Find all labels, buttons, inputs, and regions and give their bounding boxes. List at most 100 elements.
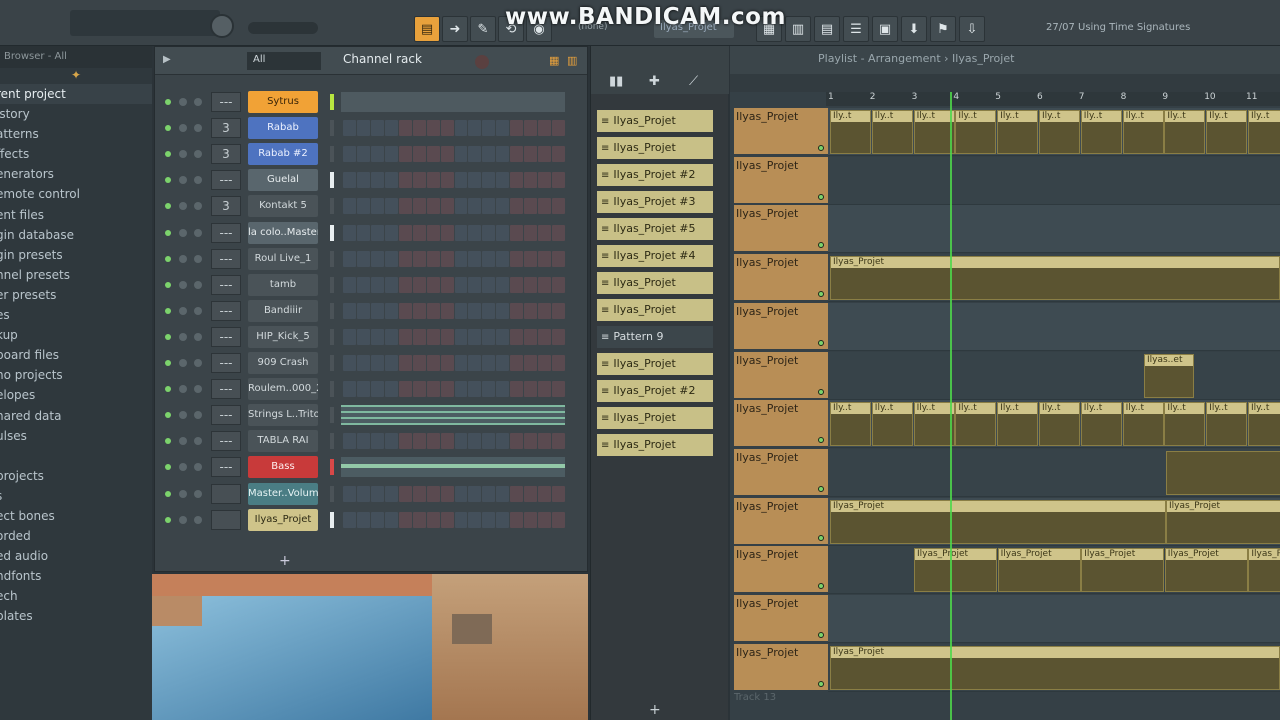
- step-button[interactable]: [454, 328, 468, 345]
- step-button[interactable]: [552, 224, 565, 241]
- step-button[interactable]: [398, 381, 412, 398]
- step-button[interactable]: [356, 433, 370, 450]
- step-button[interactable]: [468, 511, 482, 528]
- channel-volume-knob[interactable]: [194, 228, 202, 237]
- pattern-item[interactable]: Pattern 9: [597, 326, 713, 348]
- step-button[interactable]: [468, 302, 482, 319]
- track-header[interactable]: Ilyas_Projet: [734, 302, 828, 349]
- step-button[interactable]: [398, 224, 412, 241]
- channel-name-button[interactable]: Roulem..000_2: [248, 378, 318, 401]
- channel-pan-knob[interactable]: [179, 176, 187, 185]
- step-button[interactable]: [552, 198, 565, 215]
- channel-volume-knob[interactable]: [194, 254, 202, 263]
- step-button[interactable]: [398, 198, 412, 215]
- channel-volume-knob[interactable]: [194, 280, 202, 289]
- step-button[interactable]: [524, 120, 538, 137]
- step-button[interactable]: [384, 276, 398, 293]
- automation-icon[interactable]: ⟋: [689, 74, 698, 89]
- step-button[interactable]: [524, 511, 538, 528]
- step-button[interactable]: [356, 485, 370, 502]
- step-button[interactable]: [440, 198, 454, 215]
- step-button[interactable]: [440, 250, 454, 267]
- channel-enable-led[interactable]: [165, 99, 171, 105]
- channel-name-button[interactable]: tamb: [248, 273, 318, 296]
- track-lane[interactable]: Ilyas_Projet Ilyas_Projet Ilyas_Projet Ilya…: [828, 546, 1280, 595]
- step-button[interactable]: [552, 120, 565, 137]
- browser-item[interactable]: er presets: [0, 285, 152, 305]
- pattern-item[interactable]: Ilyas_Projet #3: [597, 191, 713, 213]
- step-button[interactable]: [468, 224, 482, 241]
- step-button[interactable]: [496, 224, 510, 241]
- step-button[interactable]: [552, 328, 565, 345]
- channel-pan-knob[interactable]: [179, 124, 187, 133]
- step-button[interactable]: [496, 485, 510, 502]
- step-button[interactable]: [412, 511, 426, 528]
- channel-name-button[interactable]: Kontakt 5: [248, 195, 318, 218]
- step-button[interactable]: [426, 172, 440, 189]
- step-button[interactable]: [343, 120, 356, 137]
- step-button[interactable]: [370, 302, 384, 319]
- pattern-item[interactable]: Ilyas_Projet #4: [597, 245, 713, 267]
- channel-mixer-track[interactable]: ---: [211, 326, 241, 347]
- browser-item[interactable]: ent files: [0, 205, 152, 225]
- step-button[interactable]: [482, 250, 496, 267]
- step-button[interactable]: [538, 172, 552, 189]
- step-button[interactable]: [412, 198, 426, 215]
- channel-mixer-track[interactable]: ---: [211, 170, 241, 191]
- step-button[interactable]: [370, 433, 384, 450]
- step-button[interactable]: [496, 146, 510, 163]
- step-button[interactable]: [398, 172, 412, 189]
- track-header[interactable]: Ilyas_Projet: [734, 156, 828, 203]
- step-button[interactable]: [468, 120, 482, 137]
- step-button[interactable]: [538, 120, 552, 137]
- step-button[interactable]: [524, 198, 538, 215]
- step-button[interactable]: [440, 485, 454, 502]
- step-button[interactable]: [412, 224, 426, 241]
- channel-enable-led[interactable]: [165, 307, 171, 314]
- browser-item[interactable]: board files: [0, 345, 152, 365]
- step-button[interactable]: [510, 381, 524, 398]
- step-button[interactable]: [398, 276, 412, 293]
- channel-mixer-track[interactable]: ---: [211, 405, 241, 426]
- step-button[interactable]: [343, 355, 356, 371]
- step-button[interactable]: [496, 511, 510, 528]
- channel-select-indicator[interactable]: [330, 224, 334, 241]
- browser-item[interactable]: no projects: [0, 365, 152, 385]
- channel-name-button[interactable]: la colo..Master): [248, 221, 318, 244]
- step-button[interactable]: [538, 302, 552, 319]
- step-button[interactable]: [552, 433, 565, 450]
- step-button[interactable]: [440, 302, 454, 319]
- channel-volume-knob[interactable]: [194, 150, 202, 159]
- step-button[interactable]: [468, 355, 482, 371]
- channel-enable-led[interactable]: [165, 151, 171, 158]
- step-button[interactable]: [552, 276, 565, 293]
- track-lane[interactable]: [828, 595, 1280, 643]
- channel-rack-icon[interactable]: ▤: [814, 16, 840, 42]
- playlist-clip[interactable]: Ily..t: [955, 402, 997, 447]
- pattern-preview[interactable]: [341, 457, 565, 478]
- step-button[interactable]: [468, 172, 482, 189]
- pattern-item[interactable]: Ilyas_Projet: [597, 137, 713, 159]
- channel-name-button[interactable]: Rabab #2: [248, 143, 318, 166]
- step-button[interactable]: [524, 276, 538, 293]
- step-button[interactable]: [398, 511, 412, 528]
- channel-name-button[interactable]: Sytrus: [248, 91, 318, 113]
- step-button[interactable]: [370, 276, 384, 293]
- step-button[interactable]: [510, 328, 524, 345]
- playlist-clip[interactable]: Ily..t: [955, 110, 997, 154]
- step-button[interactable]: [356, 381, 370, 398]
- channel-filter[interactable]: All: [247, 52, 321, 70]
- track-mute-led[interactable]: [818, 291, 824, 298]
- track-header[interactable]: Ilyas_Projet: [734, 108, 828, 154]
- playlist-clip[interactable]: Ily..t: [997, 110, 1039, 154]
- track-lane[interactable]: Ily..t Ily..t Ily..t Ily..t Ily..t Ily..t Ily.…: [828, 108, 1280, 156]
- step-button[interactable]: [482, 302, 496, 319]
- channel-select-indicator[interactable]: [330, 511, 334, 528]
- pattern-preview[interactable]: [341, 405, 565, 426]
- step-button[interactable]: [343, 276, 356, 293]
- pattern-item[interactable]: Ilyas_Projet: [597, 110, 713, 132]
- channel-rack-titlebar[interactable]: ▶ All Channel rack ▦ ▥: [155, 47, 587, 75]
- channel-name-button[interactable]: Strings L..Triton: [248, 404, 318, 427]
- step-button[interactable]: [496, 198, 510, 215]
- step-button[interactable]: [524, 355, 538, 371]
